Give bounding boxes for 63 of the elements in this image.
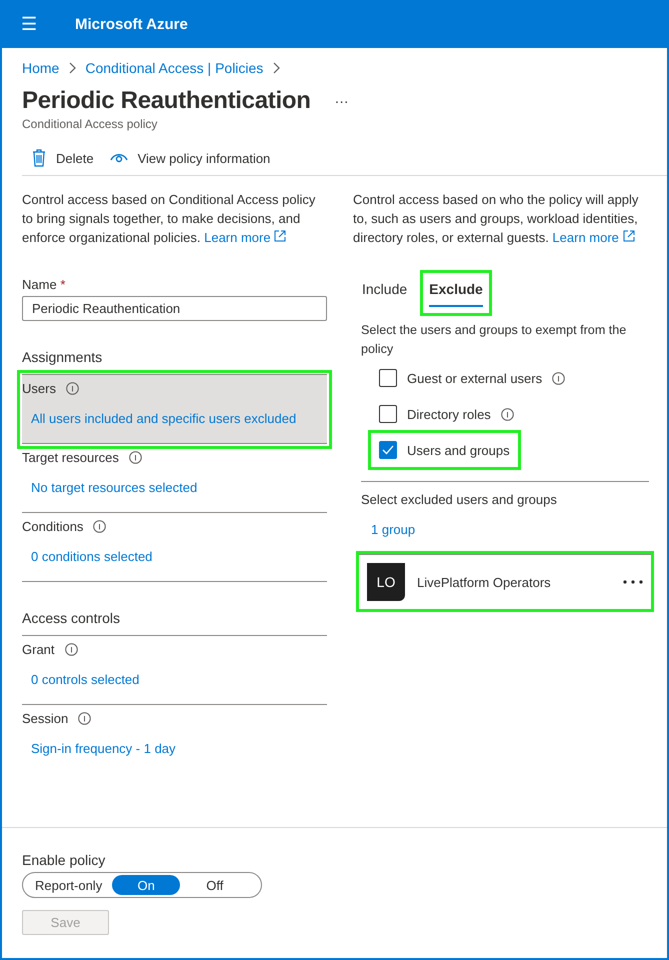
external-link-icon xyxy=(622,230,635,242)
learn-more-link[interactable]: Learn more xyxy=(204,230,286,245)
item-value-link[interactable]: Sign-in frequency - 1 day xyxy=(31,741,327,756)
assignment-item[interactable]: Session Sign-in frequency - 1 day xyxy=(22,705,327,773)
scope-description: Control access based on who the policy will apply to, such as users and groups, workload identities, directory roles, or external guests. Learn more xyxy=(353,191,640,247)
group-name: LivePlatform Operators xyxy=(417,574,552,590)
toggle-option[interactable]: On xyxy=(112,875,180,895)
learn-more-link[interactable]: Learn more xyxy=(552,230,635,245)
item-label: Users xyxy=(22,381,56,396)
checkbox-option[interactable]: Directory roles xyxy=(379,405,514,423)
trash-icon xyxy=(32,149,46,167)
section-heading: Access controls xyxy=(22,610,327,636)
info-icon xyxy=(64,643,78,656)
group-avatar: LO xyxy=(367,563,405,601)
info-icon xyxy=(552,372,566,384)
name-label: Name xyxy=(22,277,57,292)
info-icon xyxy=(66,382,79,395)
toggle-option[interactable]: Off xyxy=(194,875,236,895)
tab[interactable]: Include xyxy=(356,273,414,313)
breadcrumb-link[interactable]: Conditional Access | Policies xyxy=(85,60,264,76)
name-input[interactable]: Periodic Reauthentication xyxy=(22,296,327,321)
info-icon xyxy=(78,712,92,725)
group-count-link[interactable]: 1 group xyxy=(371,522,651,537)
assignment-item[interactable]: Conditions 0 conditions selected xyxy=(22,513,327,582)
checkbox[interactable] xyxy=(379,405,397,423)
item-value-link[interactable]: No target resources selected xyxy=(31,480,327,495)
item-label: Session xyxy=(22,711,68,726)
item-label: Conditions xyxy=(22,519,84,534)
external-link-icon xyxy=(274,230,286,242)
checkbox[interactable] xyxy=(379,441,397,459)
page-title: Periodic Reauthentication xyxy=(22,87,311,115)
app-title: Microsoft Azure xyxy=(75,16,188,32)
chevron-icon xyxy=(68,62,76,74)
delete-button[interactable]: Delete xyxy=(32,149,94,167)
assignment-item[interactable]: Target resources No target resources selected xyxy=(22,444,327,513)
enable-policy-label: Enable policy xyxy=(22,852,106,868)
policy-description: Control access based on Conditional Access policy to bring signals together, to make decisions, and enforce organizational policies. Learn more xyxy=(22,191,316,247)
exclude-prompt: Select the users and groups to exempt from the policy xyxy=(361,322,628,358)
toggle-option[interactable]: Report-only xyxy=(25,875,112,895)
menu-button[interactable]: ☰ xyxy=(19,13,39,35)
assignment-item[interactable]: Grant 0 controls selected xyxy=(22,636,327,705)
view-info-button[interactable]: View policy information xyxy=(110,149,270,167)
eye-icon xyxy=(110,152,128,164)
item-value-link[interactable]: 0 conditions selected xyxy=(31,549,327,564)
item-value-link[interactable]: 0 controls selected xyxy=(31,672,327,687)
checkmark-icon xyxy=(382,445,394,455)
info-icon xyxy=(93,520,106,533)
more-icon[interactable] xyxy=(623,580,643,584)
tab[interactable]: Exclude xyxy=(423,273,489,313)
checkbox[interactable] xyxy=(379,369,397,387)
checkbox-option[interactable]: Guest or external users xyxy=(379,369,566,387)
info-icon xyxy=(500,408,514,420)
page-subtitle: Conditional Access policy xyxy=(21,116,158,131)
breadcrumb-link[interactable]: Home xyxy=(22,60,60,76)
more-button[interactable]: ··· xyxy=(334,93,349,109)
group-row[interactable]: LO LivePlatform Operators xyxy=(359,554,651,609)
item-label: Grant xyxy=(22,642,55,657)
info-icon xyxy=(128,451,142,464)
excluded-label: Select excluded users and groups xyxy=(361,492,558,507)
checkbox-option[interactable]: Users and groups xyxy=(379,441,510,459)
chevron-icon xyxy=(272,62,280,74)
required-mark: * xyxy=(60,277,66,292)
item-label: Target resources xyxy=(22,450,119,465)
